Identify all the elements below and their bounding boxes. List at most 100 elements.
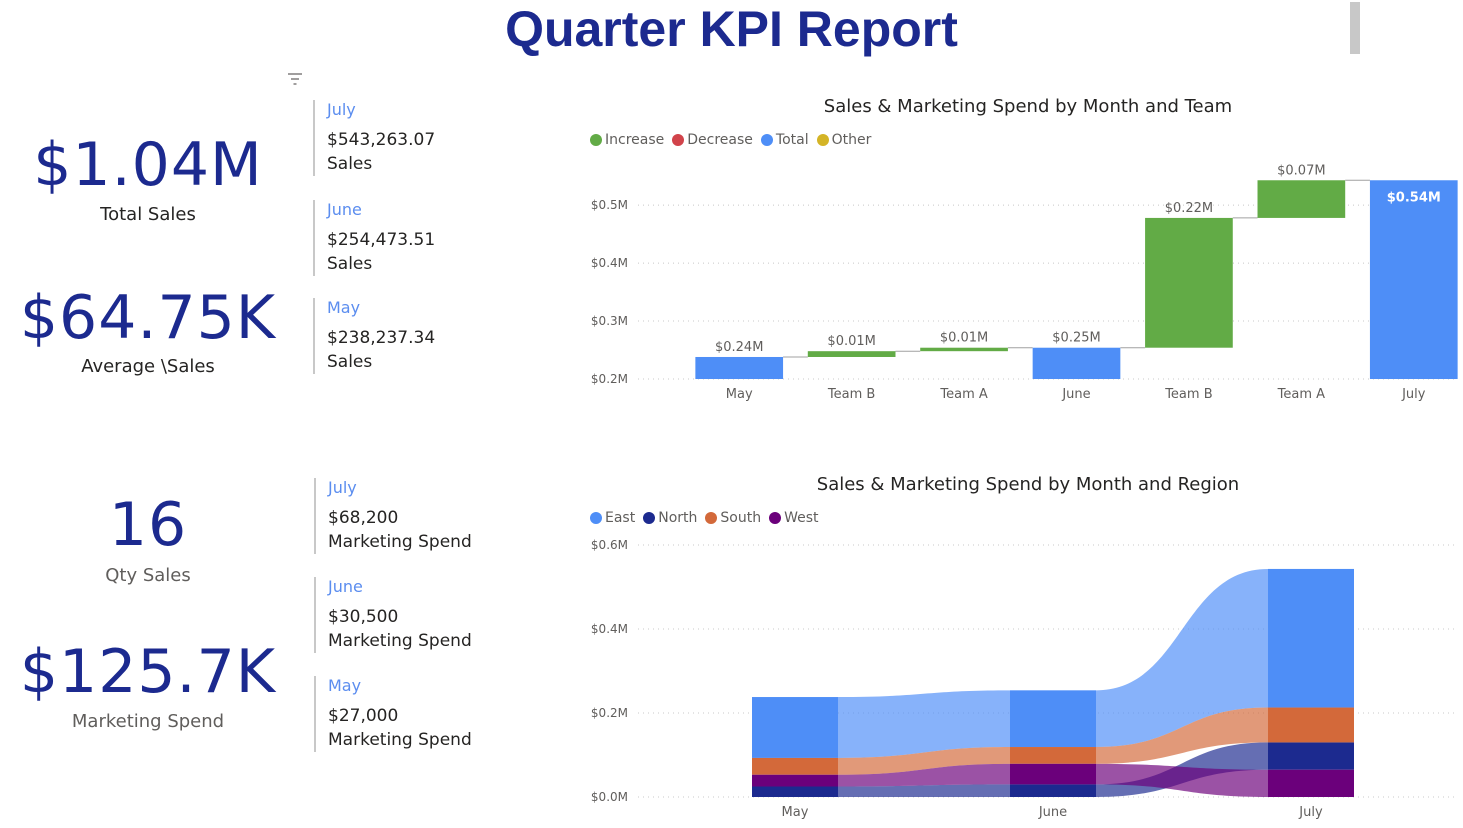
legend-label: Decrease [687,132,753,148]
ribbon-legend: East North South West [590,510,818,526]
sales-card-july: July $543,263.07 Sales [313,100,435,176]
card-value: $238,237.34 [327,328,436,348]
legend-item-other[interactable]: Other [816,132,872,148]
card-label: Sales [327,254,373,274]
waterfall-bar [695,356,784,379]
data-label: $0.01M [940,331,988,346]
card-label: Sales [327,154,373,174]
bar-segment-west [752,774,838,787]
legend-item-north[interactable]: North [643,510,697,526]
legend-label: Other [831,132,872,148]
y-tick-label: $0.2M [591,706,628,720]
marketing-card-july: July $68,200 Marketing Spend [314,478,472,554]
waterfall-legend: Increase Decrease Total Other [590,132,871,148]
kpi-marketing-spend-value: $125.7K [19,637,277,707]
legend-item-increase[interactable]: Increase [590,132,664,148]
kpi-qty-sales-value: 16 [108,490,188,560]
card-label: Marketing Spend [328,730,472,750]
card-month: May [327,298,361,317]
bar-segment-north [752,786,838,797]
card-value: $27,000 [328,706,399,726]
legend-item-south[interactable]: South [705,510,761,526]
card-month: May [328,676,362,695]
bar-segment-east [1010,690,1096,748]
x-tick-label: Team B [1164,387,1212,402]
data-label: $0.22M [1165,201,1213,216]
x-tick-label: Team B [827,387,875,402]
y-tick-label: $0.6M [591,538,628,552]
ribbon-chart-title: Sales & Marketing Spend by Month and Reg… [816,474,1240,495]
bar-segment-west [1010,763,1096,785]
kpi-qty-sales-label: Qty Sales [105,565,191,586]
legend-label: Total [775,132,809,148]
ribbon-chart[interactable]: $0.0M $0.2M $0.4M $0.6M May June July [580,530,1460,826]
waterfall-bar [807,351,896,357]
x-tick-label: June [1038,805,1067,820]
legend-item-decrease[interactable]: Decrease [672,132,753,148]
data-label: $0.01M [827,334,875,349]
legend-dot [816,134,829,146]
legend-dot [590,134,602,146]
legend-dot [643,512,656,524]
kpi-average-sales-value: $64.75K [19,283,277,353]
x-tick-label: May [782,805,809,820]
y-tick-label: $0.3M [591,314,628,328]
legend-label: North [658,510,698,526]
legend-dot [590,512,602,524]
kpi-total-sales-value: $1.04M [33,130,263,200]
kpi-average-sales-label: Average \Sales [81,356,215,377]
waterfall-chart-title: Sales & Marketing Spend by Month and Tea… [823,96,1233,117]
waterfall-bar [1145,217,1233,348]
data-label: $0.54M [1387,190,1441,205]
card-value: $254,473.51 [327,230,436,250]
bar-segment-south [1010,747,1096,764]
waterfall-bar [920,347,1008,352]
legend-dot [769,512,782,524]
waterfall-bar [1032,347,1121,379]
y-tick-label: $0.4M [591,622,628,636]
card-month: July [328,478,357,497]
x-tick-label: July [1298,805,1323,820]
y-tick-label: $0.2M [591,372,628,386]
card-label: Marketing Spend [328,631,472,651]
legend-label: South [720,510,762,526]
bar-segment-north [1010,784,1096,797]
legend-label: East [605,510,636,526]
bar-segment-west [1268,769,1354,797]
y-tick-label: $0.0M [591,790,628,804]
bar-segment-south [1268,707,1354,743]
card-value: $68,200 [328,508,399,528]
legend-item-west[interactable]: West [769,510,818,526]
kpi-marketing-spend-label: Marketing Spend [71,711,225,732]
marketing-card-may: May $27,000 Marketing Spend [314,676,472,752]
card-value: $30,500 [328,607,399,627]
x-tick-label: July [1401,387,1426,402]
bar-segment-south [752,757,838,775]
card-label: Marketing Spend [328,532,472,552]
legend-item-total[interactable]: Total [760,132,809,148]
kpi-total-sales-label: Total Sales [100,204,196,225]
card-month: July [327,100,356,119]
legend-dot [760,134,773,146]
sales-card-may: May $238,237.34 Sales [313,298,435,374]
legend-label: Increase [605,132,665,148]
legend-dot [705,512,718,524]
y-tick-label: $0.4M [591,256,628,270]
x-tick-label: Team A [939,387,987,402]
y-tick-label: $0.5M [591,198,628,212]
card-month: June [328,577,363,596]
card-label: Sales [327,352,373,372]
x-tick-label: May [726,387,753,402]
waterfall-bar [1369,180,1458,379]
bar-segment-north [1268,742,1354,770]
legend-label: West [784,510,819,526]
bar-segment-east [1268,568,1354,708]
filter-icon[interactable] [287,72,303,86]
marketing-card-june: June $30,500 Marketing Spend [314,577,472,653]
card-month: June [327,200,362,219]
bar-segment-east [752,697,838,758]
legend-item-east[interactable]: East [590,510,635,526]
scrollbar-thumb[interactable] [1350,2,1360,54]
sales-card-june: June $254,473.51 Sales [313,200,435,276]
waterfall-chart[interactable]: $0.2M $0.3M $0.4M $0.5M $0.24M May $0.01M Team … [580,160,1460,410]
